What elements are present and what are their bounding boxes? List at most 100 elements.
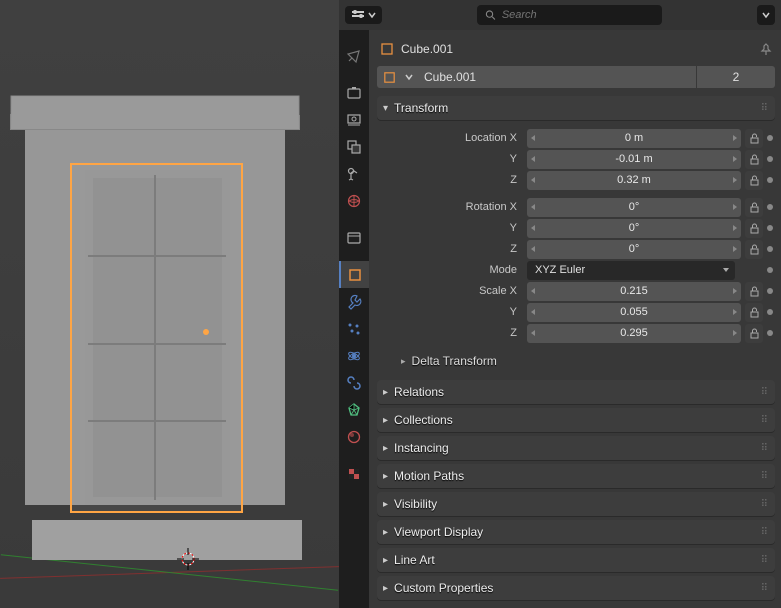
chevron-right-icon: ▸ — [383, 387, 388, 398]
keyframe-dot[interactable] — [767, 204, 773, 210]
chevron-down-icon: ▾ — [383, 103, 388, 114]
rotation-mode-dropdown[interactable]: XYZ Euler — [527, 261, 735, 280]
properties-panel: Cube.001 Cube.001 2 ▾ Transform ⠿ Locati… — [339, 0, 781, 608]
scale-y-label: Y — [391, 306, 523, 318]
selection-outline — [70, 163, 243, 513]
lock-location-x[interactable] — [745, 129, 763, 148]
keyframe-dot[interactable] — [767, 177, 773, 183]
scale-x-field[interactable]: 0.215 — [527, 282, 741, 301]
keyframe-dot[interactable] — [767, 309, 773, 315]
editor-type-selector[interactable] — [345, 6, 382, 24]
tab-object[interactable] — [339, 261, 369, 288]
scale-y-field[interactable]: 0.055 — [527, 303, 741, 322]
transform-body: Location X 0 m Y -0.01 m Z 0.32 m — [377, 124, 775, 380]
drag-handle-icon[interactable]: ⠿ — [761, 555, 769, 566]
location-x-field[interactable]: 0 m — [527, 129, 741, 148]
lock-location-y[interactable] — [745, 150, 763, 169]
tab-physics[interactable] — [339, 342, 369, 369]
rotation-x-field[interactable]: 0° — [527, 198, 741, 217]
rotation-x-label: Rotation X — [391, 201, 523, 213]
section-visibility[interactable]: ▸ Visibility ⠿ — [377, 492, 775, 516]
keyframe-dot[interactable] — [767, 288, 773, 294]
chevron-right-icon: ▸ — [383, 499, 388, 510]
drag-handle-icon[interactable]: ⠿ — [761, 415, 769, 426]
section-motion-paths[interactable]: ▸ Motion Paths ⠿ — [377, 464, 775, 488]
drag-handle-icon[interactable]: ⠿ — [761, 527, 769, 538]
drag-handle-icon[interactable]: ⠿ — [761, 387, 769, 398]
object-origin — [203, 329, 209, 335]
lock-rotation-z[interactable] — [745, 240, 763, 259]
section-instancing[interactable]: ▸ Instancing ⠿ — [377, 436, 775, 460]
location-y-field[interactable]: -0.01 m — [527, 150, 741, 169]
chevron-right-icon: ▸ — [383, 471, 388, 482]
tab-scene[interactable] — [339, 160, 369, 187]
tab-render[interactable] — [339, 79, 369, 106]
section-line-art[interactable]: ▸ Line Art ⠿ — [377, 548, 775, 572]
rotation-mode-label: Mode — [391, 264, 523, 276]
tab-tool[interactable] — [339, 42, 369, 69]
object-name-field[interactable]: Cube.001 — [416, 66, 696, 88]
drag-handle-icon[interactable]: ⠿ — [761, 443, 769, 454]
chevron-right-icon: ▸ — [383, 527, 388, 538]
lock-scale-z[interactable] — [745, 324, 763, 343]
tab-modifiers[interactable] — [339, 288, 369, 315]
search-input[interactable] — [477, 5, 662, 25]
rotation-z-field[interactable]: 0° — [527, 240, 741, 259]
keyframe-dot[interactable] — [767, 135, 773, 141]
breadcrumb: Cube.001 — [377, 36, 775, 62]
location-z-label: Z — [391, 174, 523, 186]
rotation-y-label: Y — [391, 222, 523, 234]
chevron-down-icon — [368, 11, 376, 19]
chevron-right-icon: ▸ — [383, 415, 388, 426]
lock-rotation-y[interactable] — [745, 219, 763, 238]
options-dropdown[interactable] — [757, 5, 775, 25]
section-transform[interactable]: ▾ Transform ⠿ — [377, 96, 775, 120]
section-custom-properties[interactable]: ▸ Custom Properties ⠿ — [377, 576, 775, 600]
data-icon[interactable] — [377, 66, 402, 88]
viewport-3d[interactable] — [0, 0, 339, 608]
tab-data[interactable] — [339, 396, 369, 423]
lock-location-z[interactable] — [745, 171, 763, 190]
lock-rotation-x[interactable] — [745, 198, 763, 217]
scale-z-label: Z — [391, 327, 523, 339]
chevron-down-icon — [762, 11, 770, 19]
tab-world[interactable] — [339, 187, 369, 214]
keyframe-dot[interactable] — [767, 330, 773, 336]
browse-data-dropdown[interactable] — [402, 66, 416, 88]
section-relations[interactable]: ▸ Relations ⠿ — [377, 380, 775, 404]
tab-texture[interactable] — [339, 460, 369, 487]
chevron-right-icon: ▸ — [383, 443, 388, 454]
drag-handle-icon[interactable]: ⠿ — [761, 583, 769, 594]
tab-output[interactable] — [339, 106, 369, 133]
keyframe-dot[interactable] — [767, 246, 773, 252]
tab-collection[interactable] — [339, 224, 369, 251]
tab-view-layer[interactable] — [339, 133, 369, 160]
lock-scale-x[interactable] — [745, 282, 763, 301]
mesh-cabinet[interactable] — [10, 95, 300, 525]
tab-constraints[interactable] — [339, 369, 369, 396]
drag-handle-icon[interactable]: ⠿ — [761, 103, 769, 114]
search-icon — [485, 9, 496, 21]
tab-material[interactable] — [339, 423, 369, 450]
drag-handle-icon[interactable]: ⠿ — [761, 499, 769, 510]
scale-z-field[interactable]: 0.295 — [527, 324, 741, 343]
drag-handle-icon[interactable]: ⠿ — [761, 471, 769, 482]
rotation-y-field[interactable]: 0° — [527, 219, 741, 238]
section-viewport-display[interactable]: ▸ Viewport Display ⠿ — [377, 520, 775, 544]
rotation-z-label: Z — [391, 243, 523, 255]
properties-content: Cube.001 Cube.001 2 ▾ Transform ⠿ Locati… — [369, 30, 781, 608]
lock-scale-y[interactable] — [745, 303, 763, 322]
tab-particles[interactable] — [339, 315, 369, 342]
pin-icon[interactable] — [759, 42, 773, 56]
section-collections[interactable]: ▸ Collections ⠿ — [377, 408, 775, 432]
keyframe-dot[interactable] — [767, 225, 773, 231]
section-delta-transform[interactable]: ▸ Delta Transform — [391, 350, 773, 372]
keyframe-dot[interactable] — [767, 267, 773, 273]
location-z-field[interactable]: 0.32 m — [527, 171, 741, 190]
users-count[interactable]: 2 — [697, 66, 775, 88]
chevron-right-icon: ▸ — [383, 583, 388, 594]
cursor-3d-icon — [175, 546, 201, 572]
keyframe-dot[interactable] — [767, 156, 773, 162]
scale-x-label: Scale X — [391, 285, 523, 297]
properties-tab-strip — [339, 30, 369, 608]
